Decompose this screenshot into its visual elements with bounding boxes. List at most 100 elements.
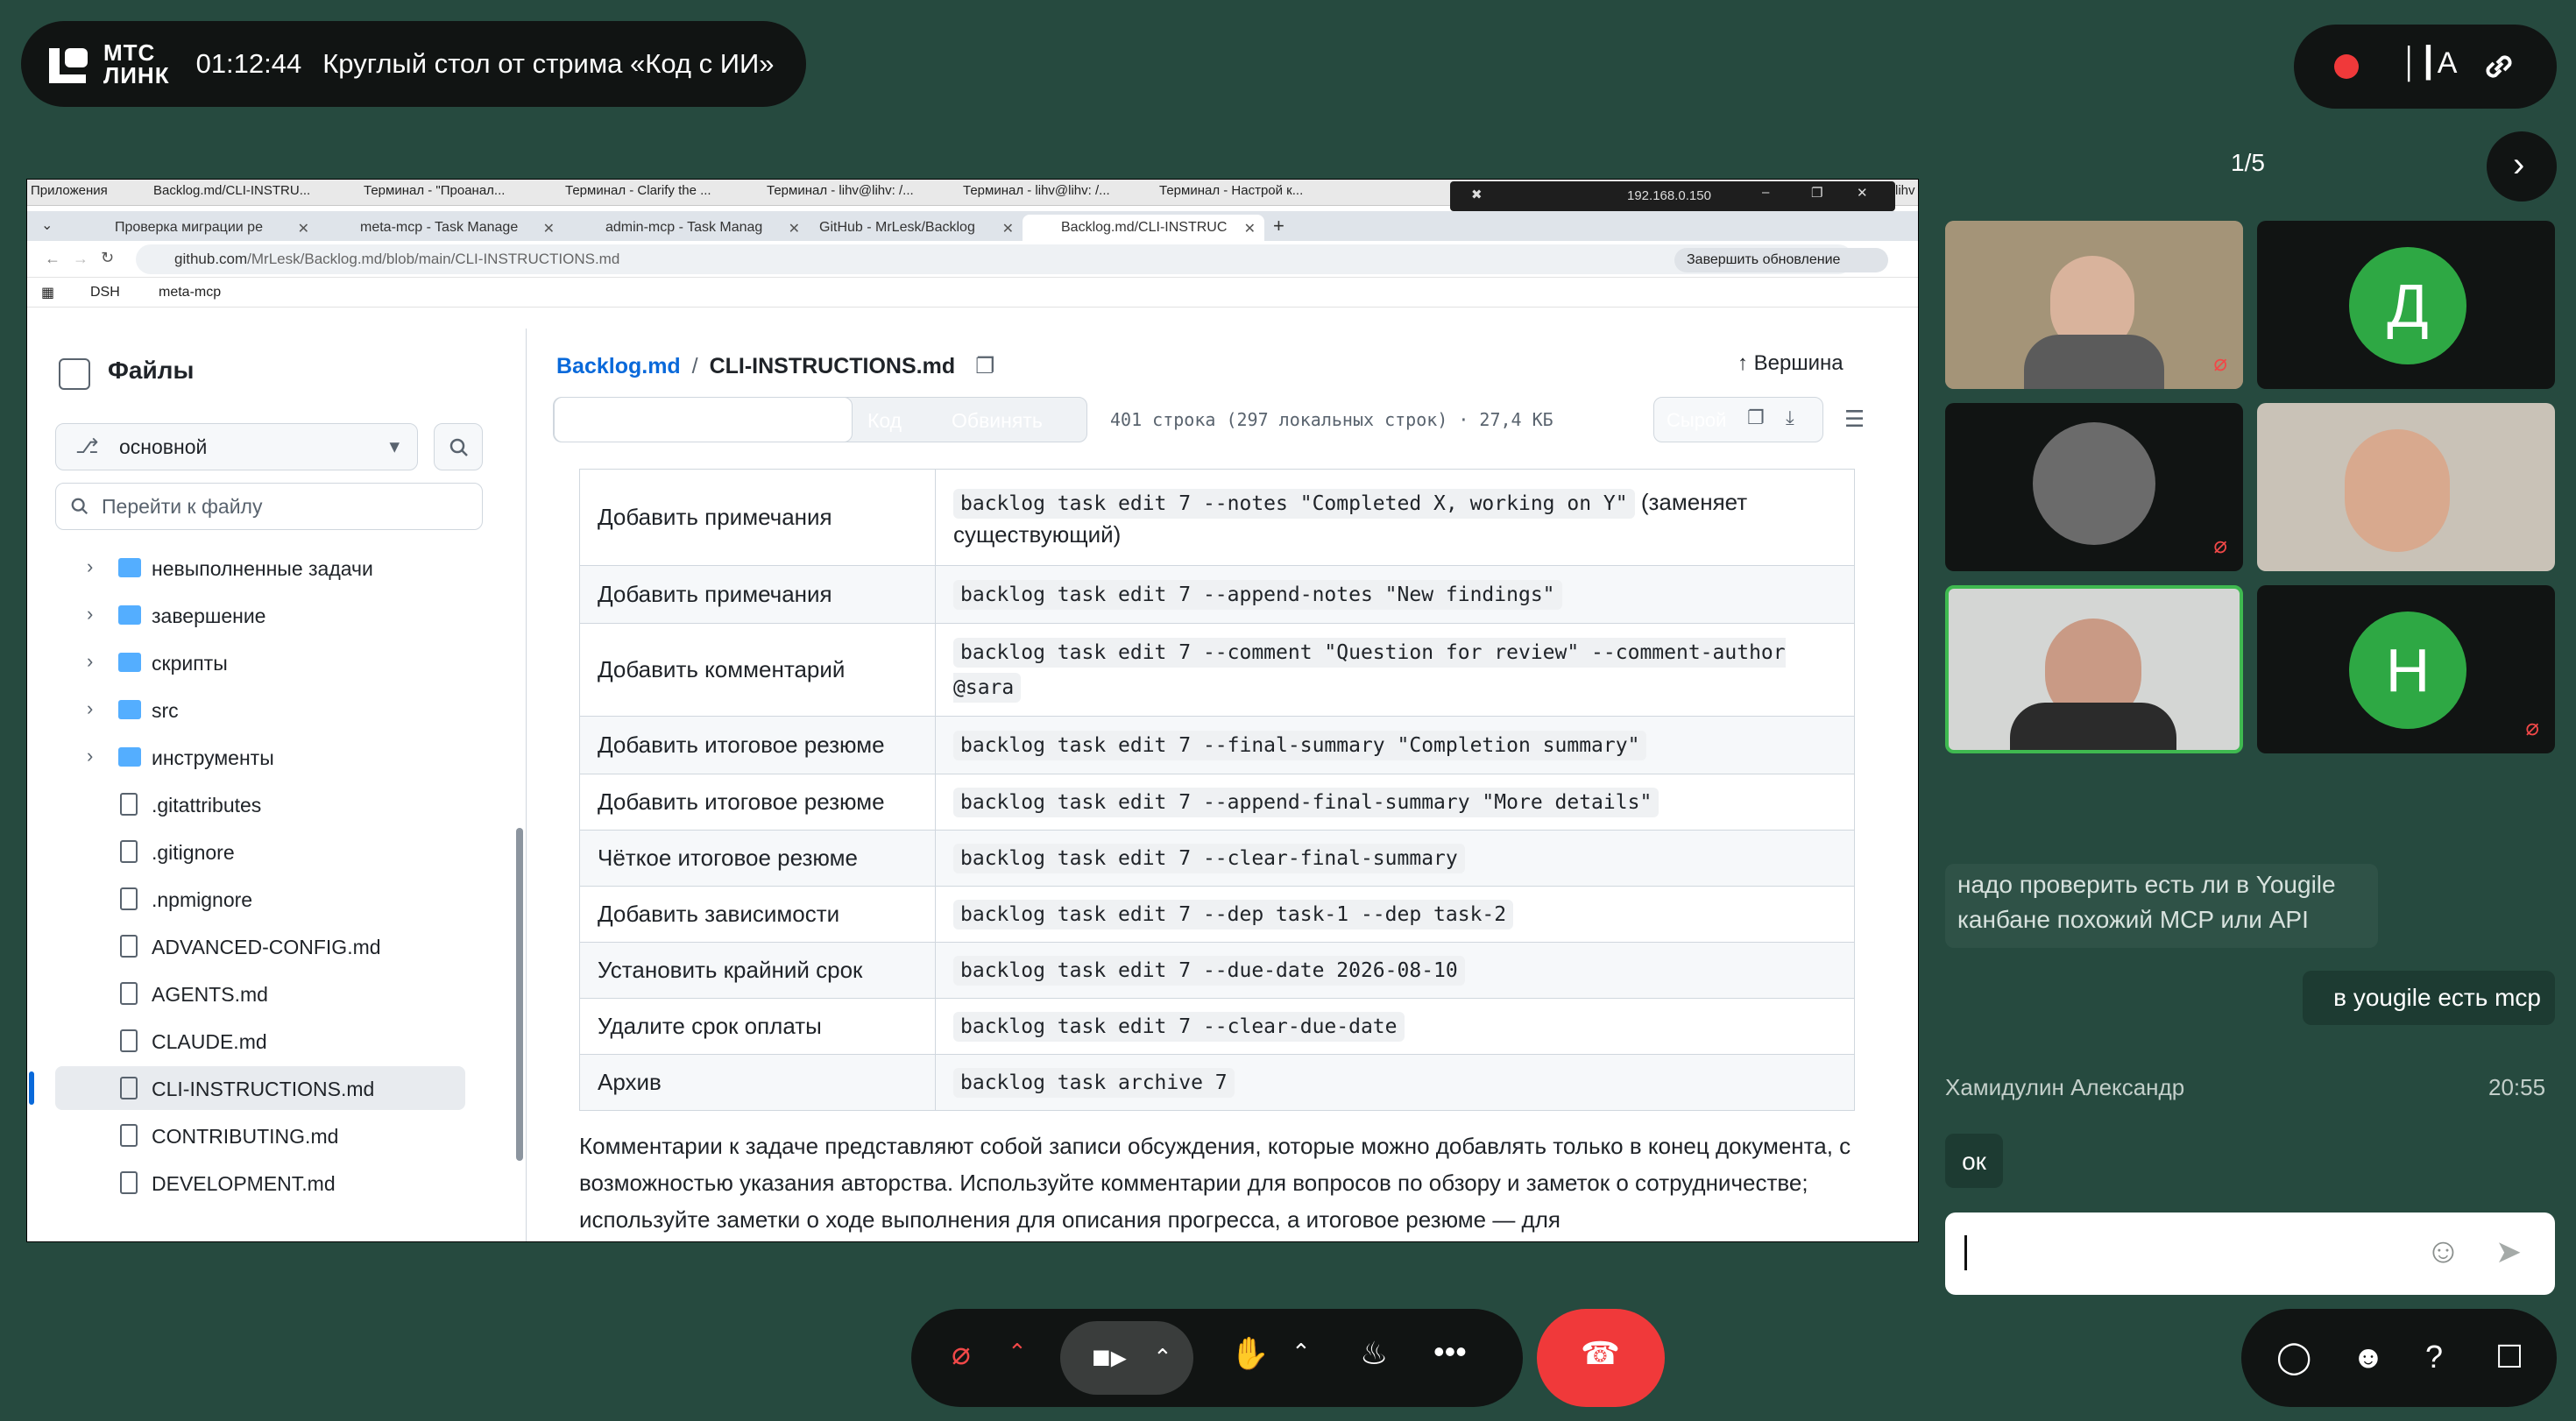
file-stats: 401 строка (297 локальных строк) · 27,4 … [1110,409,1553,430]
search-icon [71,498,88,515]
taskbar-item[interactable]: Терминал - Clarify the ... [562,183,754,204]
cell-command: backlog task edit 7 --notes "Completed X… [935,469,1855,566]
raise-hand-icon[interactable]: ✋ [1230,1335,1270,1372]
taskbar-item[interactable]: Терминал - Настрой к... [1156,183,1357,204]
close-icon[interactable]: ✕ [1857,185,1868,201]
close-tab-icon[interactable]: ✕ [1244,220,1256,237]
bookmark-dsh[interactable]: DSH [90,285,120,300]
tree-file[interactable]: DEVELOPMENT.md [55,1161,493,1205]
end-call-button[interactable]: ☎ [1537,1309,1665,1407]
browser-tab[interactable]: meta-mcp - Task Manage ✕ [322,215,563,241]
back-icon[interactable]: ← [45,250,60,268]
close-tab-icon[interactable]: ✕ [1002,220,1014,237]
goto-file-input[interactable]: Перейти к файлу [55,483,483,530]
participant-tile[interactable]: ⌀ [1945,221,2243,389]
tree-folder[interactable]: › инструменты [55,735,493,779]
browser-tab-active[interactable]: Backlog.md/CLI-INSTRUC ✕ [1023,215,1264,241]
chat-input[interactable]: ☺ ➤ [1945,1212,2555,1295]
reload-icon[interactable]: ↻ [101,249,114,267]
tab-blame[interactable]: Обвинять [936,398,1058,442]
tree-file[interactable]: .npmignore [55,877,493,921]
command-code: backlog task archive 7 [953,1067,1235,1098]
next-page-button[interactable]: › [2487,131,2557,201]
outline-list-icon[interactable]: ☰ [1844,406,1865,433]
table-row: Установить крайний срок backlog task edit… [579,942,1855,999]
tab-list-icon[interactable]: ⌄ [41,216,53,234]
participant-tile[interactable]: ⌀ [1945,403,2243,571]
more-icon[interactable]: ••• [1433,1333,1467,1370]
tree-file-selected[interactable]: CLI-INSTRUCTIONS.md [29,1066,465,1110]
taskbar-item[interactable]: Терминал - lihv@lihv: /... [763,183,956,204]
minimize-icon[interactable]: – [1762,185,1769,200]
bookmark-meta-mcp[interactable]: meta-mcp [159,285,221,300]
link-icon[interactable] [2478,46,2520,92]
tree-folder[interactable]: › src [55,688,493,732]
search-button[interactable] [434,423,483,470]
restore-icon[interactable]: ❐ [1811,185,1822,201]
recording-icon[interactable] [2334,54,2359,79]
raw-button[interactable]: Сырой [1667,409,1726,432]
tree-folder[interactable]: › невыполненные задачи [55,546,493,590]
send-icon[interactable]: ➤ [2495,1234,2522,1270]
copy-path-icon[interactable]: ❐ [975,354,994,378]
close-tab-icon[interactable]: ✕ [543,220,555,237]
cell-command: backlog task edit 7 --dep task-1 --dep t… [935,886,1855,943]
participants-icon[interactable]: ☻ [2352,1339,2385,1375]
chevron-up-icon[interactable]: ⌃ [1292,1339,1311,1366]
participant-tile[interactable] [2257,403,2555,571]
participant-tile[interactable]: Д [2257,221,2555,389]
tab-preview[interactable]: Предварительный просмотр [554,397,853,442]
new-tab-icon[interactable]: + [1273,215,1284,237]
tree-file[interactable]: .gitignore [55,830,493,873]
browser-tab[interactable]: admin-mcp - Task Manag ✕ [567,215,809,241]
chat-icon[interactable]: ◯ [2276,1339,2311,1375]
sidebar-scrollbar[interactable] [516,828,523,1161]
participant-tile[interactable]: Н ⌀ [2257,585,2555,753]
browser-tab[interactable]: GitHub - MrLesk/Backlog ✕ [781,215,1023,241]
apps-grid-icon[interactable]: ▦ [41,284,54,301]
branch-icon: ⎇ [75,435,99,457]
audio-wave-icon[interactable]: │┃A [2401,46,2457,81]
copy-icon[interactable]: ❐ [1747,407,1765,429]
close-tab-icon[interactable]: ✕ [298,220,309,237]
chevron-up-icon[interactable]: ⌃ [1008,1339,1027,1366]
taskbar-item[interactable]: Backlog.md/CLI-INSTRU... [150,183,351,204]
reaction-icon[interactable]: ♨ [1360,1335,1388,1372]
selection-indicator [29,1071,34,1105]
taskbar-item[interactable]: Терминал - lihv@lihv: /... [959,183,1152,204]
url-field[interactable]: github.com/MrLesk/Backlog.md/blob/main/C… [136,244,1853,274]
branch-selector[interactable]: ⎇ основной ▾ [55,423,418,470]
forward-icon[interactable]: → [73,250,88,268]
participant-tile-active[interactable] [1945,585,2243,753]
top-link[interactable]: ↑ Вершина [1737,351,1844,376]
tree-file[interactable]: CLAUDE.md [55,1019,493,1063]
tree-folder[interactable]: › завершение [55,593,493,637]
chat-message-faded: надо проверить есть ли в Yougile канбане… [1945,864,2378,948]
taskbar-item[interactable]: lihv [1892,183,1918,204]
breadcrumb-repo[interactable]: Backlog.md [556,354,681,378]
mic-off-icon[interactable]: ⌀ [952,1335,971,1372]
camera-button[interactable]: ■▸ ⌃ [1060,1321,1193,1395]
cell-command: backlog task archive 7 [935,1054,1855,1111]
update-button[interactable]: Завершить обновление [1674,248,1888,272]
tree-file[interactable]: ADVANCED-CONFIG.md [55,924,493,968]
tree-file[interactable]: CONTRIBUTING.md [55,1113,493,1157]
tab-code[interactable]: Код [852,398,917,442]
apps-icon[interactable]: ☐ [2495,1339,2523,1375]
chat-sender: Хамидулин Александр [1945,1074,2185,1100]
tree-file[interactable]: .gitattributes [55,782,493,826]
collapse-sidebar-icon[interactable] [59,358,90,390]
remote-disconnect-icon[interactable]: ✖ [1471,187,1483,202]
help-icon[interactable]: ? [2425,1339,2443,1375]
browser-tab[interactable]: Проверка миграции ре ✕ [76,215,318,241]
tree-folder[interactable]: › скрипты [55,640,493,684]
emoji-icon[interactable]: ☺ [2425,1232,2461,1271]
tree-file[interactable]: AGENTS.md [55,972,493,1015]
chevron-right-icon: › [87,697,94,719]
taskbar-item[interactable]: Приложения [27,183,141,204]
folder-icon [118,558,141,577]
taskbar-item[interactable]: Терминал - "Проанал... [360,183,553,204]
chevron-up-icon[interactable]: ⌃ [1153,1344,1172,1371]
download-icon[interactable]: ⤓ [1786,407,1794,429]
table-row: Добавить примечания backlog task edit 7 -… [579,565,1855,624]
